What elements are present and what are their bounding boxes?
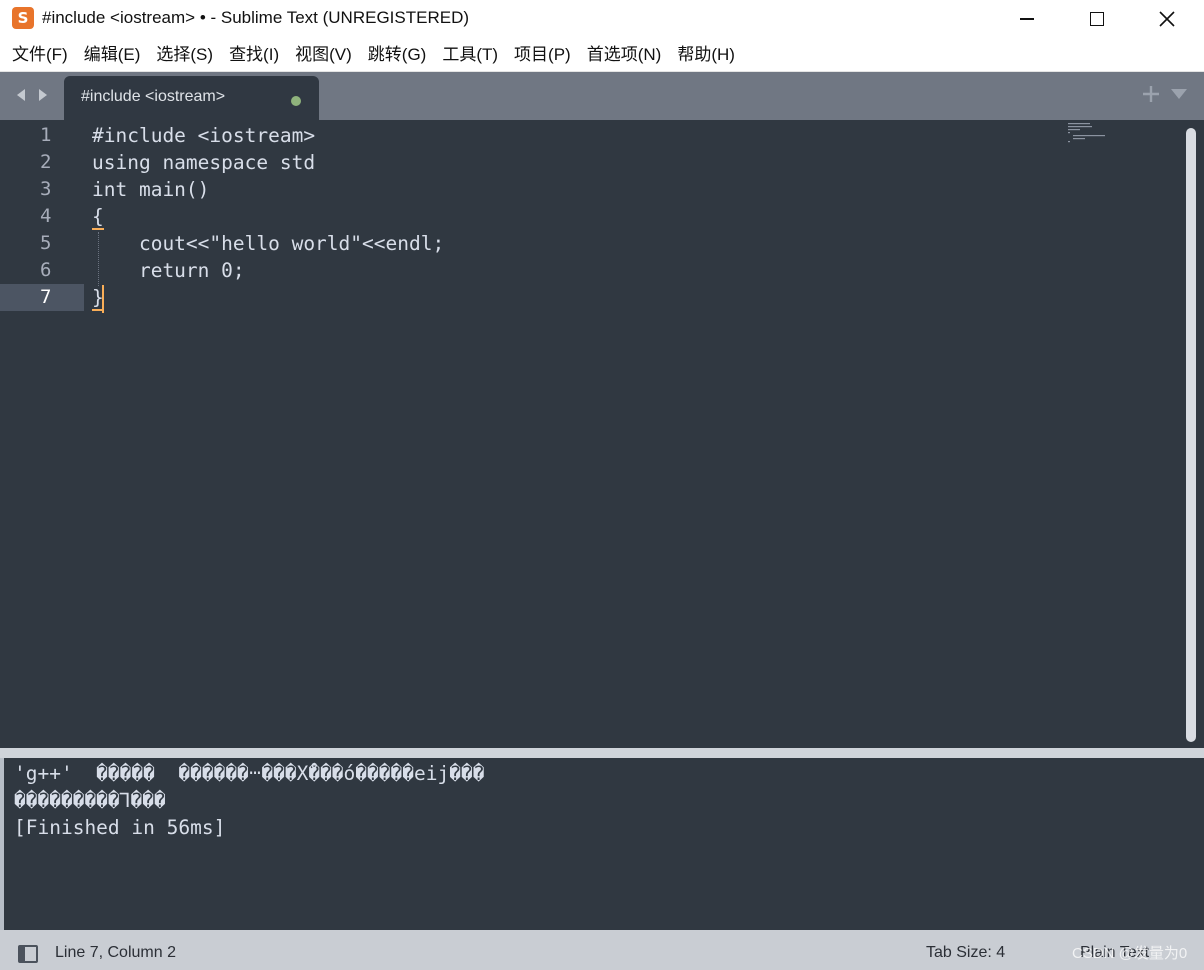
close-icon: [1159, 11, 1175, 27]
menu-view[interactable]: 视图(V): [287, 38, 360, 72]
brace-match-open: [92, 228, 104, 230]
code-editor[interactable]: 1 2 3 4 5 6 7 #include <iostream> using …: [0, 120, 1204, 748]
tab-nav: [14, 88, 50, 102]
code-line: {: [92, 205, 104, 228]
line-number-gutter: 1 2 3 4 5 6 7: [0, 120, 84, 748]
tab-next-icon[interactable]: [36, 88, 50, 102]
menu-file[interactable]: 文件(F): [4, 38, 76, 72]
panel-splitter[interactable]: [0, 748, 1204, 758]
code-line: #include <iostream>: [92, 124, 316, 147]
minimize-button[interactable]: [992, 0, 1062, 38]
line-number-active: 7: [0, 284, 84, 311]
tab-list-icon[interactable]: [1170, 86, 1188, 102]
title-bar: S #include <iostream> • - Sublime Text (…: [0, 0, 1204, 38]
output-line: ���������Ꞁ���: [14, 789, 166, 812]
line-number: 3: [40, 178, 52, 200]
cursor-position: Line 7, Column 2: [55, 944, 176, 961]
line-number: 5: [40, 232, 52, 254]
code-line: cout<<"hello world"<<endl;: [92, 232, 445, 255]
menu-tools[interactable]: 工具(T): [434, 38, 506, 72]
build-output-panel[interactable]: 'g++' ����� ������ⵈ���Xْ���ό�����eij��� …: [0, 758, 1204, 930]
maximize-button[interactable]: [1062, 0, 1132, 38]
tab-label: #include <iostream>: [81, 88, 226, 105]
line-number: 1: [40, 124, 52, 146]
line-number: 2: [40, 151, 52, 173]
watermark: CSDN @发量为0: [1072, 945, 1188, 962]
sublime-text-icon: S: [12, 7, 34, 29]
tab-bar: #include <iostream>: [0, 72, 1204, 120]
tab-size-selector[interactable]: Tab Size: 4: [926, 944, 1005, 962]
indent-guide: [98, 232, 99, 286]
menu-bar: 文件(F) 编辑(E) 选择(S) 查找(I) 视图(V) 跳转(G) 工具(T…: [0, 38, 1204, 72]
output-line: [Finished in 56ms]: [14, 816, 226, 839]
output-line: 'g++' ����� ������ⵈ���Xْ���ό�����eij���: [14, 762, 485, 785]
menu-find[interactable]: 查找(I): [221, 38, 287, 72]
new-tab-icon[interactable]: [1141, 84, 1161, 104]
close-button[interactable]: [1132, 0, 1202, 38]
minimap[interactable]: [1066, 122, 1126, 144]
vertical-scrollbar[interactable]: [1186, 128, 1196, 742]
code-line: int main(): [92, 178, 210, 201]
menu-selection[interactable]: 选择(S): [148, 38, 221, 72]
line-number: 6: [40, 259, 52, 281]
menu-goto[interactable]: 跳转(G): [360, 38, 435, 72]
line-number: 4: [40, 205, 52, 227]
unsaved-dot-icon[interactable]: [291, 96, 301, 106]
menu-edit[interactable]: 编辑(E): [76, 38, 149, 72]
status-bar: Line 7, Column 2 Tab Size: 4 Plain Text …: [0, 930, 1204, 970]
sidebar-toggle-icon[interactable]: [18, 945, 38, 963]
tab-include-iostream[interactable]: #include <iostream>: [64, 76, 319, 120]
code-line: return 0;: [92, 259, 245, 282]
menu-preferences[interactable]: 首选项(N): [579, 38, 670, 72]
menu-help[interactable]: 帮助(H): [669, 38, 743, 72]
text-cursor: [102, 285, 104, 313]
window-title: #include <iostream> • - Sublime Text (UN…: [42, 8, 470, 27]
minimize-icon: [1020, 18, 1034, 20]
menu-project[interactable]: 项目(P): [506, 38, 579, 72]
maximize-icon: [1090, 12, 1104, 26]
tab-prev-icon[interactable]: [14, 88, 28, 102]
code-line: using namespace std: [92, 151, 316, 174]
